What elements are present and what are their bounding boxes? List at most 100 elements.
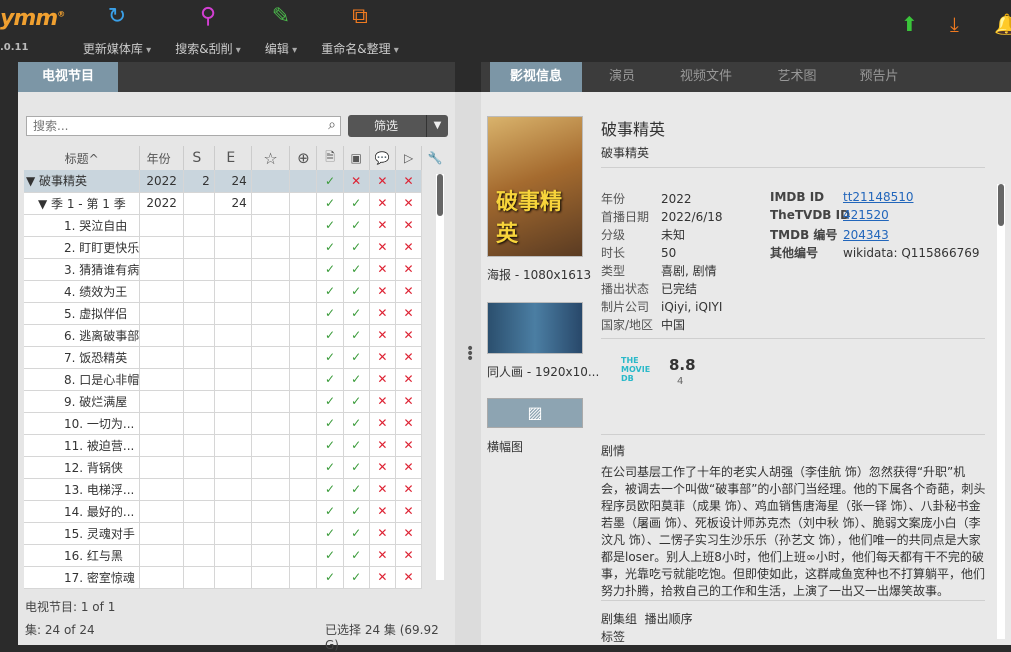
cross-icon: ✕ — [395, 346, 423, 369]
table-row[interactable]: 9. 破烂满屋 ✓ ✓ ✕ ✕ — [24, 390, 448, 413]
search-scrape-button[interactable]: ⚲ 搜索&刮削 — [172, 4, 244, 60]
search-icon[interactable]: ⌕ — [328, 117, 336, 133]
check-icon: ✓ — [343, 434, 370, 457]
cell-episode — [214, 434, 252, 457]
cell-title: ▼ 季 1 - 第 1 季 — [24, 192, 141, 215]
table-row[interactable]: 4. 绩效为王 ✓ ✓ ✕ ✕ — [24, 280, 448, 303]
cell-favorite — [251, 324, 291, 347]
cell-favorite — [251, 544, 291, 567]
search-box: ⌕ — [26, 116, 341, 136]
col-season[interactable]: S — [183, 146, 215, 170]
check-icon: ✓ — [343, 412, 370, 435]
wrench-icon[interactable]: 🔧 — [421, 146, 448, 170]
original-title: 破事精英 — [601, 146, 650, 160]
chevron-down-icon[interactable]: ▼ — [426, 115, 448, 137]
table-row[interactable]: 1. 哭泣自由 ✓ ✓ ✕ ✕ — [24, 214, 448, 237]
cell-season: 2 — [183, 170, 215, 193]
scroll-thumb[interactable] — [998, 184, 1004, 226]
field-label: 时长 — [601, 246, 626, 260]
table-row[interactable]: 16. 红与黑 ✓ ✓ ✕ ✕ — [24, 544, 448, 567]
poster-image[interactable]: 破事精英 — [487, 116, 583, 257]
list-scrollbar[interactable] — [436, 174, 444, 580]
table-row[interactable]: 14. 最好的... ✓ ✓ ✕ ✕ — [24, 500, 448, 523]
id-link[interactable]: 204343 — [843, 228, 889, 242]
cross-icon: ✕ — [369, 456, 397, 479]
cross-icon: ✕ — [395, 544, 423, 567]
cell-year — [139, 258, 184, 281]
cell-title: 6. 逃离破事部 — [24, 324, 141, 347]
upload-arrow-icon[interactable]: ⬆ — [901, 12, 918, 36]
bell-icon[interactable]: 🔔 — [994, 12, 1011, 36]
cell-added — [289, 258, 318, 281]
check-icon: ✓ — [316, 522, 344, 545]
filter-button[interactable]: 筛选 ▼ — [348, 115, 448, 137]
field-label: 国家/地区 — [601, 318, 654, 332]
table-row[interactable]: ▼ 破事精英 2022 2 24 ✓ ✕ ✕ ✕ — [24, 170, 448, 193]
cell-added — [289, 566, 318, 589]
subtitle-icon[interactable]: 💬 — [369, 146, 397, 170]
table-row[interactable]: 13. 电梯浮... ✓ ✓ ✕ ✕ — [24, 478, 448, 501]
update-library-button[interactable]: ↻ 更新媒体库 — [80, 4, 154, 60]
rename-organize-button[interactable]: ⧉ 重命名&整理 — [318, 4, 402, 60]
table-row[interactable]: 8. 口是心非帽 ✓ ✓ ✕ ✕ — [24, 368, 448, 391]
table-row[interactable]: ▼ 季 1 - 第 1 季 2022 24 ✓ ✓ ✕ ✕ — [24, 192, 448, 215]
image-placeholder-icon: ▨ — [527, 403, 543, 422]
cross-icon: ✕ — [395, 302, 423, 325]
cell-added — [289, 346, 318, 369]
tab-actors[interactable]: 演员 — [592, 62, 652, 92]
cell-title: 8. 口是心非帽 — [24, 368, 141, 391]
check-icon: ✓ — [343, 192, 370, 215]
plus-circle-icon[interactable]: ⊕ — [289, 146, 318, 170]
cell-episode — [214, 258, 252, 281]
cross-icon: ✕ — [369, 346, 397, 369]
table-row[interactable]: 11. 被迫营... ✓ ✓ ✕ ✕ — [24, 434, 448, 457]
image-icon[interactable]: ▣ — [343, 146, 370, 170]
detail-scrollbar[interactable] — [997, 184, 1005, 639]
cell-episode — [214, 390, 252, 413]
tab-tvshows[interactable]: 电视节目 — [18, 62, 118, 99]
cell-year — [139, 214, 184, 237]
cell-title: 11. 被迫营... — [24, 434, 141, 457]
cross-icon: ✕ — [369, 258, 397, 281]
table-row[interactable]: 15. 灵魂对手 ✓ ✓ ✕ ✕ — [24, 522, 448, 545]
cell-episode — [214, 324, 252, 347]
col-year[interactable]: 年份 — [139, 146, 184, 170]
table-row[interactable]: 10. 一切为... ✓ ✓ ✕ ✕ — [24, 412, 448, 435]
cell-year — [139, 280, 184, 303]
table-row[interactable]: 12. 背锅侠 ✓ ✓ ✕ ✕ — [24, 456, 448, 479]
grip-dots-icon[interactable]: • • • — [466, 342, 474, 366]
id-link[interactable]: tt21148510 — [843, 190, 914, 204]
table-row[interactable]: 7. 饭恐精英 ✓ ✓ ✕ ✕ — [24, 346, 448, 369]
star-icon[interactable]: ☆ — [251, 146, 291, 170]
edit-button[interactable]: ✎ 编辑 — [260, 4, 302, 60]
nfo-icon[interactable]: 🗎 — [316, 146, 344, 170]
cell-season — [183, 522, 215, 545]
panel-splitter[interactable]: • • • — [455, 92, 481, 645]
tab-artwork[interactable]: 艺术图 — [761, 62, 833, 92]
download-icon[interactable]: ⤓ — [950, 12, 959, 36]
id-link[interactable]: 421520 — [843, 208, 889, 222]
table-body: ▼ 破事精英 2022 2 24 ✓ ✕ ✕ ✕ ▼ 季 1 - 第 1 季 2022 24 ✓ ✓ ✕ ✕… — [24, 170, 448, 589]
cell-episode — [214, 456, 252, 479]
play-icon[interactable]: ▷ — [395, 146, 423, 170]
table-row[interactable]: 6. 逃离破事部 ✓ ✓ ✕ ✕ — [24, 324, 448, 347]
cell-title: 3. 猜猜谁有病 — [24, 258, 141, 281]
check-icon: ✓ — [316, 324, 344, 347]
fanart-image[interactable] — [487, 302, 583, 354]
table-row[interactable]: 5. 虚拟伴侣 ✓ ✓ ✕ ✕ — [24, 302, 448, 325]
check-icon: ✓ — [316, 456, 344, 479]
tab-trailer[interactable]: 预告片 — [843, 62, 915, 92]
cell-season — [183, 412, 215, 435]
table-row[interactable]: 17. 密室惊魂 ✓ ✓ ✕ ✕ — [24, 566, 448, 589]
cell-episode — [214, 500, 252, 523]
cell-favorite — [251, 522, 291, 545]
tab-video-files[interactable]: 视频文件 — [661, 62, 751, 92]
col-title[interactable]: 标题^ — [24, 146, 141, 170]
tab-info[interactable]: 影视信息 — [490, 62, 582, 99]
col-episode[interactable]: E — [214, 146, 252, 170]
search-input[interactable] — [27, 117, 307, 135]
table-row[interactable]: 3. 猜猜谁有病 ✓ ✓ ✕ ✕ — [24, 258, 448, 281]
scroll-thumb[interactable] — [437, 174, 443, 216]
banner-placeholder[interactable]: ▨ — [487, 398, 583, 428]
table-row[interactable]: 2. 盯盯更快乐 ✓ ✓ ✕ ✕ — [24, 236, 448, 259]
